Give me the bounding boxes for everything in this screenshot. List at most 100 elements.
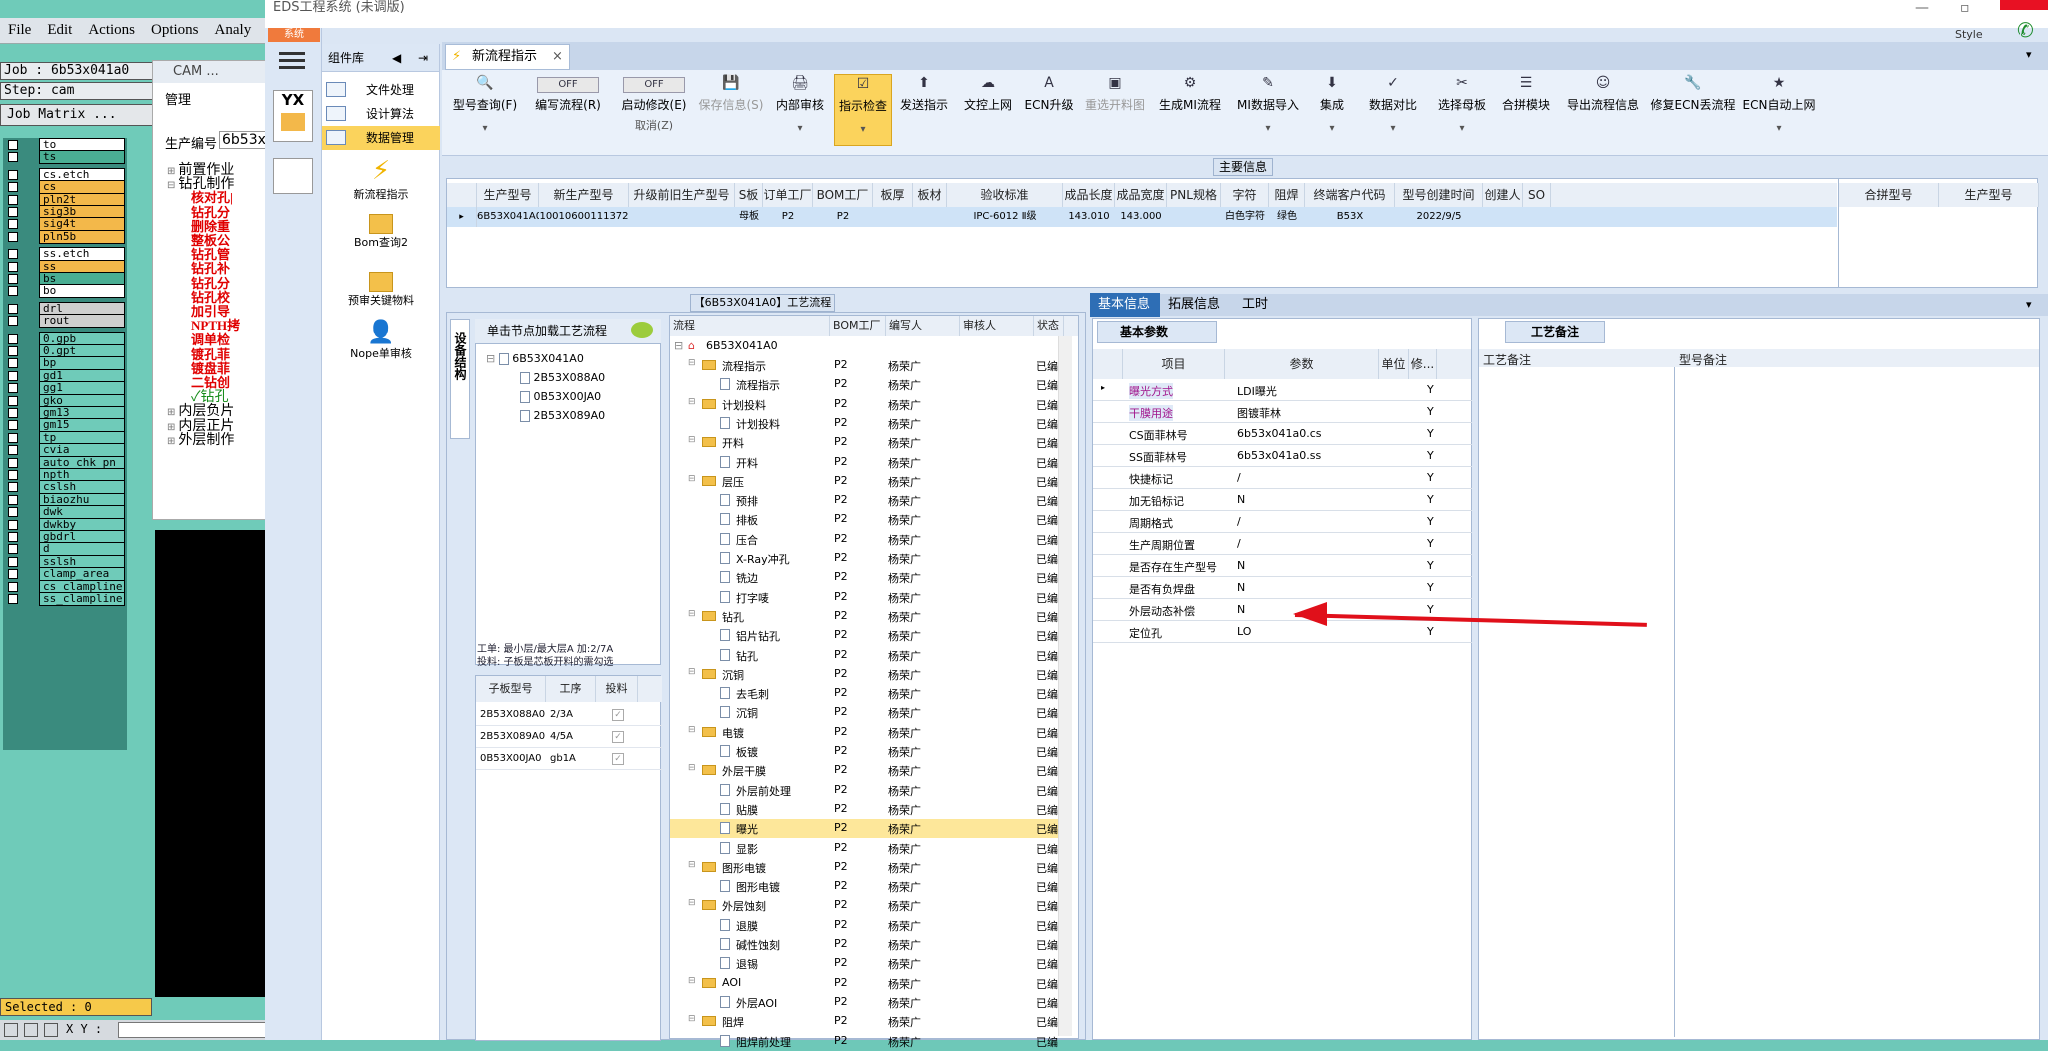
- layer-checkbox[interactable]: [8, 420, 18, 431]
- flow-row[interactable]: 图形电镀 P2 杨荣广 已编写: [670, 877, 1058, 896]
- param-row[interactable]: 加无铅标记 N Y: [1093, 489, 1473, 511]
- layer-row[interactable]: bo: [3, 284, 127, 299]
- layer-checkbox[interactable]: [8, 169, 18, 180]
- nav-file-processing[interactable]: 文件处理: [322, 78, 440, 102]
- layer-checkbox[interactable]: [8, 140, 18, 150]
- tree-child[interactable]: 2B53X089A0: [520, 409, 605, 422]
- menu-item[interactable]: Options: [143, 18, 207, 43]
- sub-board-row[interactable]: 2B53X088A0 2/3A ✓: [476, 704, 662, 726]
- flow-row[interactable]: 压合 P2 杨荣广 已编写: [670, 530, 1058, 549]
- layer-checkbox[interactable]: [8, 408, 18, 418]
- layer-row[interactable]: ts: [3, 150, 127, 165]
- ribbon-button[interactable]: ☁ 文控上网: [960, 74, 1016, 146]
- menu-item[interactable]: Edit: [39, 18, 80, 43]
- flow-row[interactable]: ⊟ 图形电镀 P2 杨荣广 已编写: [670, 858, 1058, 877]
- main-cell[interactable]: 母板: [735, 207, 763, 227]
- layer-checkbox[interactable]: [8, 544, 18, 555]
- feed-checkbox[interactable]: ✓: [612, 731, 624, 743]
- main-cell[interactable]: P2: [763, 207, 813, 227]
- param-value[interactable]: N: [1237, 493, 1245, 506]
- param-value[interactable]: /: [1237, 515, 1241, 528]
- layer-checkbox[interactable]: [8, 261, 18, 272]
- ribbon-button[interactable]: ✓ 数据对比 ▾: [1362, 74, 1424, 146]
- ribbon-button[interactable]: ★ ECN自动上网 ▾: [1742, 74, 1816, 146]
- detail-tab[interactable]: 拓展信息: [1160, 293, 1234, 317]
- ribbon-sub[interactable]: 取消(Z): [614, 117, 694, 133]
- bom-query-item[interactable]: Bom查询2: [322, 214, 440, 250]
- subtab-remarks[interactable]: 工艺备注: [1505, 321, 1605, 343]
- flow-row[interactable]: 铝片钻孔 P2 杨荣广 已编写: [670, 626, 1058, 645]
- layer-checkbox[interactable]: [8, 231, 18, 242]
- layer-checkbox[interactable]: [8, 358, 18, 369]
- ribbon-sub[interactable]: ▾: [772, 123, 828, 134]
- main-info-row[interactable]: ▸ 6B53X041A0 10010600111372 母板 P2 P2 IPC-6012 …: [447, 207, 1837, 227]
- tree-root[interactable]: ⊟ 6B53X041A0: [486, 352, 584, 365]
- minimize-button[interactable]: —: [1915, 0, 1929, 16]
- tree-expander[interactable]: ⊟: [674, 339, 683, 352]
- flow-root-row[interactable]: ⊟ ⌂ 6B53X041A0: [670, 337, 1058, 356]
- maximize-button[interactable]: ▫: [1960, 0, 1970, 16]
- tree-expander[interactable]: ⊟: [688, 358, 696, 368]
- main-cell[interactable]: 143.010: [1063, 207, 1115, 227]
- main-cell[interactable]: 白色字符: [1221, 207, 1269, 227]
- layer-checkbox[interactable]: [8, 316, 18, 327]
- main-cell[interactable]: [913, 207, 947, 227]
- ribbon-button[interactable]: ⬇ 集成 ▾: [1310, 74, 1354, 146]
- param-row[interactable]: 生产周期位置 / Y: [1093, 533, 1473, 555]
- ribbon-button[interactable]: ▣ 重选开料图: [1082, 74, 1148, 146]
- menu-item[interactable]: Actions: [80, 18, 143, 43]
- layer-checkbox[interactable]: [8, 346, 18, 356]
- flow-row[interactable]: ⊟ 层压 P2 杨荣广 已编写: [670, 472, 1058, 491]
- ribbon-button[interactable]: 🔧 修复ECN丢流程: [1650, 74, 1736, 146]
- layer-checkbox[interactable]: [8, 507, 18, 518]
- tab-new-flow[interactable]: ⚡ 新流程指示 ×: [445, 44, 570, 70]
- param-value[interactable]: N: [1237, 581, 1245, 594]
- ribbon-button[interactable]: A ECN升级: [1022, 74, 1076, 146]
- flow-row[interactable]: ⊟ 外层干膜 P2 杨荣广 已编写: [670, 761, 1058, 780]
- flow-row[interactable]: ⊟ 计划投料 P2 杨荣广 已编写: [670, 395, 1058, 414]
- layer-checkbox[interactable]: [8, 519, 18, 530]
- layer-row[interactable]: ss_clampline: [3, 592, 127, 606]
- phone-icon[interactable]: ✆: [2017, 18, 2034, 42]
- flow-row[interactable]: 显影 P2 杨荣广 已编写: [670, 839, 1058, 858]
- main-cell[interactable]: IPC-6012 Ⅱ级: [947, 207, 1063, 227]
- flow-row[interactable]: 流程指示 P2 杨荣广 已编写: [670, 375, 1058, 394]
- main-cell[interactable]: [1167, 207, 1221, 227]
- layer-checkbox[interactable]: [8, 152, 18, 163]
- layer-checkbox[interactable]: [8, 182, 18, 193]
- tool-icon[interactable]: [4, 1023, 18, 1037]
- tree-expander[interactable]: ⊟: [688, 1014, 696, 1024]
- param-value[interactable]: 6b53x041a0.cs: [1237, 427, 1322, 440]
- flow-row[interactable]: 铣边 P2 杨荣广 已编写: [670, 568, 1058, 587]
- layer-checkbox[interactable]: [8, 207, 18, 217]
- ribbon-button[interactable]: OFF 启动修改(E) 取消(Z): [614, 74, 694, 146]
- comment-icon[interactable]: [631, 322, 653, 338]
- flow-row[interactable]: ⊟ 外层蚀刻 P2 杨荣广 已编写: [670, 896, 1058, 915]
- layer-checkbox[interactable]: [8, 333, 18, 344]
- tree-child[interactable]: 2B53X088A0: [520, 371, 605, 384]
- tree-expander[interactable]: ⊟: [167, 180, 175, 191]
- flow-row[interactable]: ⊟ 流程指示 P2 杨荣广 已编写: [670, 356, 1058, 375]
- main-cell[interactable]: 2022/9/5: [1395, 207, 1483, 227]
- layer-row[interactable]: pln5b: [3, 229, 127, 244]
- graphic-area[interactable]: [155, 530, 270, 997]
- ribbon-sub[interactable]: ▾: [1232, 123, 1304, 134]
- layer-checkbox[interactable]: [8, 286, 18, 297]
- tree-child[interactable]: 0B53X00JA0: [520, 390, 601, 403]
- flow-row[interactable]: 板镀 P2 杨荣广 已编写: [670, 742, 1058, 761]
- param-row[interactable]: 是否有负焊盘 N Y: [1093, 577, 1473, 599]
- close-icon[interactable]: ×: [552, 45, 563, 69]
- flow-row[interactable]: ⊟ 电镀 P2 杨荣广 已编写: [670, 723, 1058, 742]
- param-value[interactable]: LDI曝光: [1237, 383, 1277, 399]
- layer-checkbox[interactable]: [8, 249, 18, 260]
- tab-dropdown-icon[interactable]: ▾: [2026, 48, 2032, 61]
- tree-expander[interactable]: ⊞: [167, 436, 175, 447]
- yx-app-icon[interactable]: YX: [273, 90, 313, 142]
- layer-checkbox[interactable]: [8, 445, 18, 456]
- param-value[interactable]: /: [1237, 537, 1241, 550]
- flow-row[interactable]: 开料 P2 杨荣广 已编写: [670, 453, 1058, 472]
- menu-item[interactable]: Analy: [207, 18, 260, 43]
- flow-row[interactable]: ⊟ 阻焊 P2 杨荣广 已编写: [670, 1012, 1058, 1031]
- tree-expander[interactable]: ⊟: [688, 667, 696, 677]
- flow-row[interactable]: 外层AOI P2 杨荣广 已编写: [670, 993, 1058, 1012]
